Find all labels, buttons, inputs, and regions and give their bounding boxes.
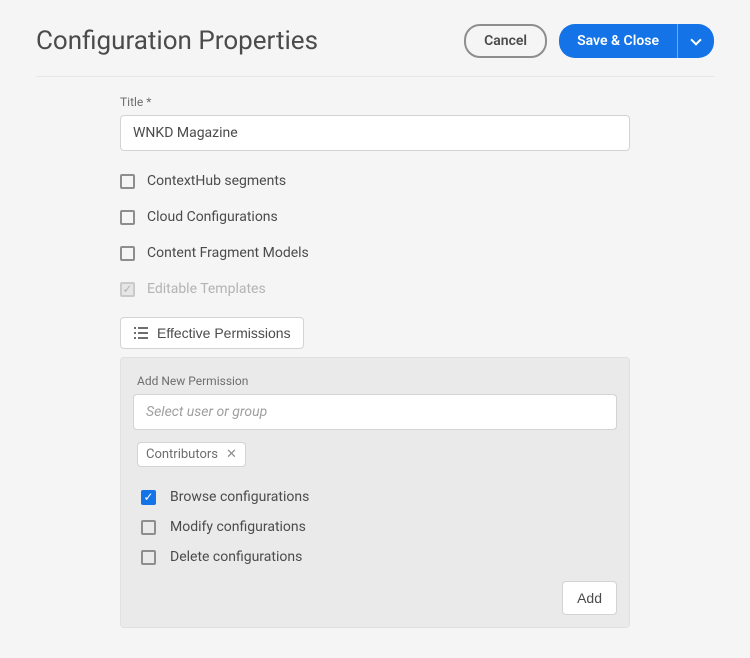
permission-checks: ✓ Browse configurations Modify configura… — [141, 489, 617, 565]
browse-label: Browse configurations — [170, 489, 309, 505]
user-group-input[interactable] — [133, 394, 617, 430]
checkbox-unchecked-icon — [120, 210, 135, 225]
modify-permission[interactable]: Modify configurations — [141, 519, 617, 535]
page-title: Configuration Properties — [36, 26, 318, 56]
editable-templates-option: ✓ Editable Templates — [120, 281, 630, 297]
delete-label: Delete configurations — [170, 549, 302, 565]
header-actions: Cancel Save & Close — [464, 24, 714, 58]
chevron-down-icon — [690, 34, 701, 45]
add-permission-label: Add New Permission — [137, 374, 617, 388]
permissions-panel: Add New Permission Contributors ✕ ✓ Brow… — [120, 357, 630, 628]
cancel-button[interactable]: Cancel — [464, 24, 547, 58]
contexthub-option[interactable]: ContextHub segments — [120, 173, 630, 189]
checkbox-disabled-checked-icon: ✓ — [120, 282, 135, 297]
tag-label: Contributors — [146, 447, 218, 462]
title-label: Title * — [120, 95, 630, 109]
selected-tags: Contributors ✕ — [137, 442, 617, 467]
contributors-tag: Contributors ✕ — [137, 442, 246, 467]
checkbox-unchecked-icon — [120, 174, 135, 189]
form-body: Title * ContextHub segments Cloud Config… — [120, 95, 630, 628]
tag-remove-icon[interactable]: ✕ — [226, 448, 237, 461]
editable-templates-label: Editable Templates — [147, 281, 266, 297]
save-close-button[interactable]: Save & Close — [559, 24, 677, 58]
save-split-button: Save & Close — [559, 24, 714, 58]
modify-label: Modify configurations — [170, 519, 306, 535]
checkbox-unchecked-icon — [120, 246, 135, 261]
cloud-config-option[interactable]: Cloud Configurations — [120, 209, 630, 225]
config-options: ContextHub segments Cloud Configurations… — [120, 173, 630, 297]
contexthub-label: ContextHub segments — [147, 173, 286, 189]
dialog-header: Configuration Properties Cancel Save & C… — [36, 24, 714, 77]
title-input[interactable] — [120, 115, 630, 151]
list-icon — [133, 325, 149, 341]
checkbox-unchecked-icon — [141, 520, 156, 535]
add-button[interactable]: Add — [562, 581, 617, 615]
checkbox-checked-icon: ✓ — [141, 490, 156, 505]
tab-label: Effective Permissions — [157, 325, 291, 341]
cloud-config-label: Cloud Configurations — [147, 209, 278, 225]
delete-permission[interactable]: Delete configurations — [141, 549, 617, 565]
cfm-option[interactable]: Content Fragment Models — [120, 245, 630, 261]
effective-permissions-tab[interactable]: Effective Permissions — [120, 317, 304, 349]
browse-permission[interactable]: ✓ Browse configurations — [141, 489, 617, 505]
save-more-button[interactable] — [677, 24, 714, 58]
checkbox-unchecked-icon — [141, 550, 156, 565]
cfm-label: Content Fragment Models — [147, 245, 309, 261]
